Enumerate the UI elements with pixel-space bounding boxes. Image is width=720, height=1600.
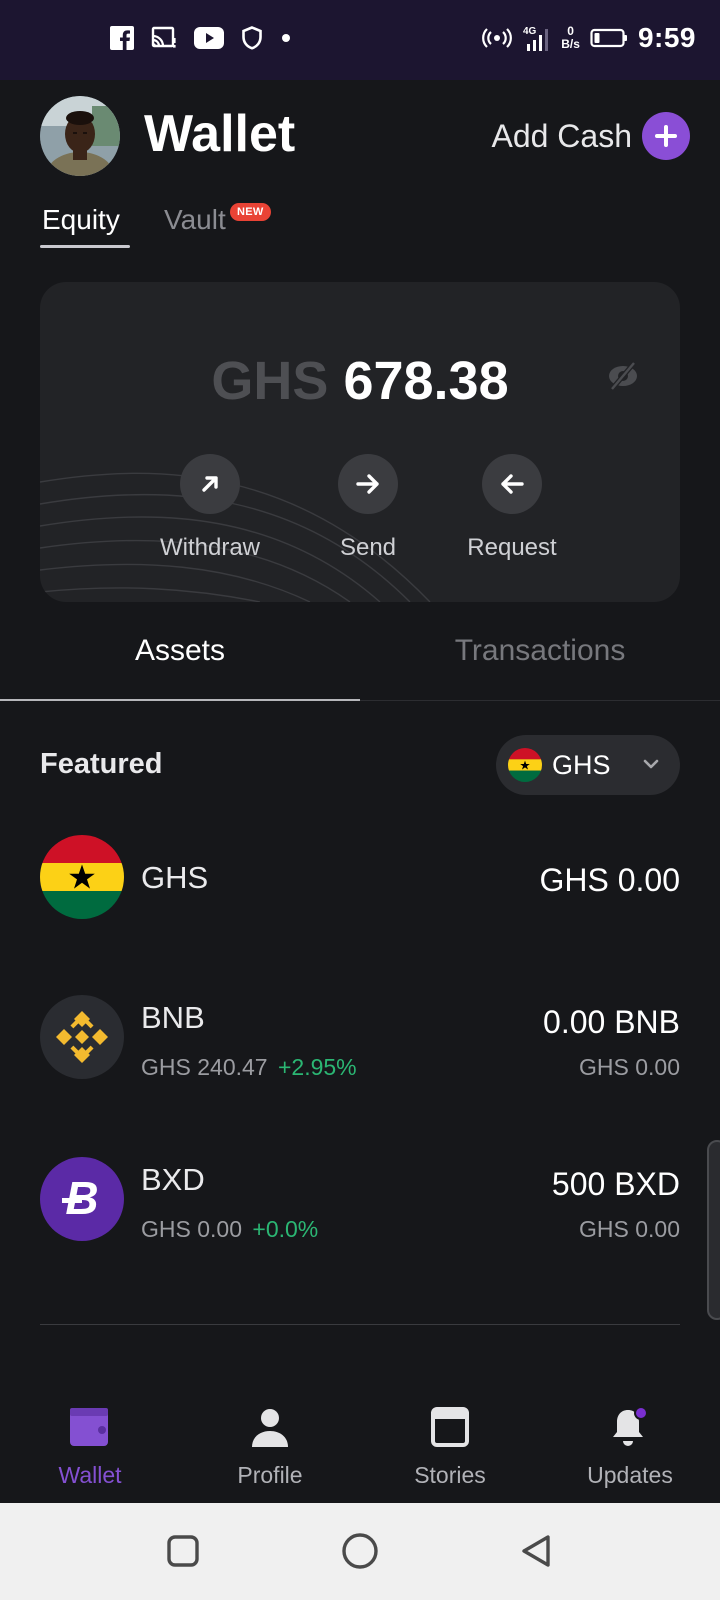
balance-card: GHS 678.38 Withdraw Send Request <box>40 282 680 602</box>
nav-label: Profile <box>237 1462 303 1488</box>
facebook-icon <box>110 26 134 50</box>
bxd-icon: B <box>40 1157 124 1241</box>
send-label: Send <box>339 534 397 561</box>
shield-icon <box>241 26 263 50</box>
new-badge: NEW <box>230 203 271 221</box>
asset-balance: 0.00 BNB <box>543 1004 680 1040</box>
edge-panel-handle[interactable] <box>707 1140 720 1320</box>
ghana-flag-icon <box>40 835 124 919</box>
back-button[interactable] <box>516 1531 556 1571</box>
balance-currency: GHS <box>211 351 329 411</box>
nav-label: Wallet <box>58 1462 122 1488</box>
withdraw-label: Withdraw <box>159 534 261 561</box>
tab-equity[interactable]: Equity <box>42 204 120 236</box>
withdraw-button[interactable]: Withdraw <box>135 454 285 562</box>
balance-value: 678.38 <box>343 351 509 411</box>
arrow-right-icon[interactable] <box>338 454 398 514</box>
nav-label: Stories <box>414 1462 486 1488</box>
list-divider <box>40 1324 680 1325</box>
signal-icon: 4G <box>523 24 551 52</box>
bell-icon <box>607 1404 653 1450</box>
send-button[interactable]: Send <box>293 454 443 562</box>
avatar[interactable] <box>40 96 120 176</box>
status-notification-icons <box>110 26 292 50</box>
recents-button[interactable] <box>163 1531 203 1571</box>
add-cash-label: Add Cash <box>491 117 632 154</box>
asset-price-line: GHS 0.00 +0.0% <box>141 1216 318 1243</box>
featured-title: Featured <box>40 748 163 780</box>
asset-value: GHS 0.00 <box>579 1216 680 1242</box>
svg-text:4G: 4G <box>523 26 537 37</box>
nav-label: Updates <box>587 1462 673 1488</box>
stories-icon <box>427 1404 473 1450</box>
profile-icon <box>247 1404 293 1450</box>
chevron-down-icon <box>640 753 662 780</box>
tab-transactions[interactable]: Transactions <box>360 634 720 668</box>
bottom-nav: Wallet Profile Stories Updates <box>0 1390 720 1502</box>
dot-icon <box>280 32 292 44</box>
page-title: Wallet <box>144 105 296 163</box>
nav-item-wallet[interactable]: Wallet <box>0 1404 180 1489</box>
balance-amount: GHS 678.38 <box>40 350 680 412</box>
status-time: 9:59 <box>637 22 696 53</box>
currency-selector-label: GHS <box>552 749 611 780</box>
nav-item-stories[interactable]: Stories <box>360 1404 540 1489</box>
asset-row-ghs[interactable]: GHS GHS 0.00 <box>0 818 720 938</box>
arrow-left-icon[interactable] <box>482 454 542 514</box>
status-system-icons: 4G 0 B/s 9:59 <box>481 22 696 54</box>
currency-selector[interactable]: GHS <box>496 735 680 795</box>
tab-assets-indicator <box>0 699 360 701</box>
asset-symbol: BNB <box>141 1000 205 1035</box>
ghana-flag-icon <box>508 748 542 782</box>
asset-symbol: BXD <box>141 1162 205 1197</box>
asset-row-bnb[interactable]: BNB GHS 240.47 +2.95% 0.00 BNB GHS 0.00 <box>0 978 720 1098</box>
system-nav-bar <box>0 1503 720 1600</box>
tab-equity-indicator <box>40 245 130 248</box>
arrow-up-right-icon[interactable] <box>180 454 240 514</box>
asset-symbol: GHS <box>141 860 209 895</box>
asset-row-bxd[interactable]: B BXD GHS 0.00 +0.0% 500 BXD GHS 0.00 <box>0 1140 720 1260</box>
asset-change: +0.0% <box>252 1216 319 1242</box>
add-cash-button[interactable]: Add Cash <box>491 112 690 160</box>
youtube-icon <box>194 27 224 49</box>
asset-value: GHS 0.00 <box>579 1054 680 1080</box>
nav-item-updates[interactable]: Updates <box>540 1404 720 1489</box>
asset-change: +2.95% <box>277 1054 357 1080</box>
asset-price: GHS 0.00 <box>141 1216 242 1242</box>
battery-icon <box>590 27 628 49</box>
status-bar: 4G 0 B/s 9:59 <box>0 0 720 80</box>
network-speed: 0 B/s <box>561 24 580 51</box>
asset-balance: GHS 0.00 <box>539 862 680 898</box>
cast-icon <box>151 26 177 50</box>
nav-item-profile[interactable]: Profile <box>180 1404 360 1489</box>
request-label: Request <box>467 534 557 561</box>
asset-tabs: Assets Transactions <box>0 622 720 702</box>
tab-assets[interactable]: Assets <box>0 634 360 668</box>
home-button[interactable] <box>340 1531 380 1571</box>
eye-off-icon[interactable] <box>605 358 641 394</box>
request-button[interactable]: Request <box>437 454 587 562</box>
asset-price-line: GHS 240.47 +2.95% <box>141 1054 357 1081</box>
hotspot-icon <box>481 27 513 49</box>
asset-balance: 500 BXD <box>551 1166 680 1202</box>
plus-icon[interactable] <box>642 112 690 160</box>
asset-price: GHS 240.47 <box>141 1054 268 1080</box>
bnb-icon <box>40 995 124 1079</box>
tab-vault[interactable]: Vault <box>164 204 226 236</box>
wallet-icon <box>67 1404 113 1450</box>
